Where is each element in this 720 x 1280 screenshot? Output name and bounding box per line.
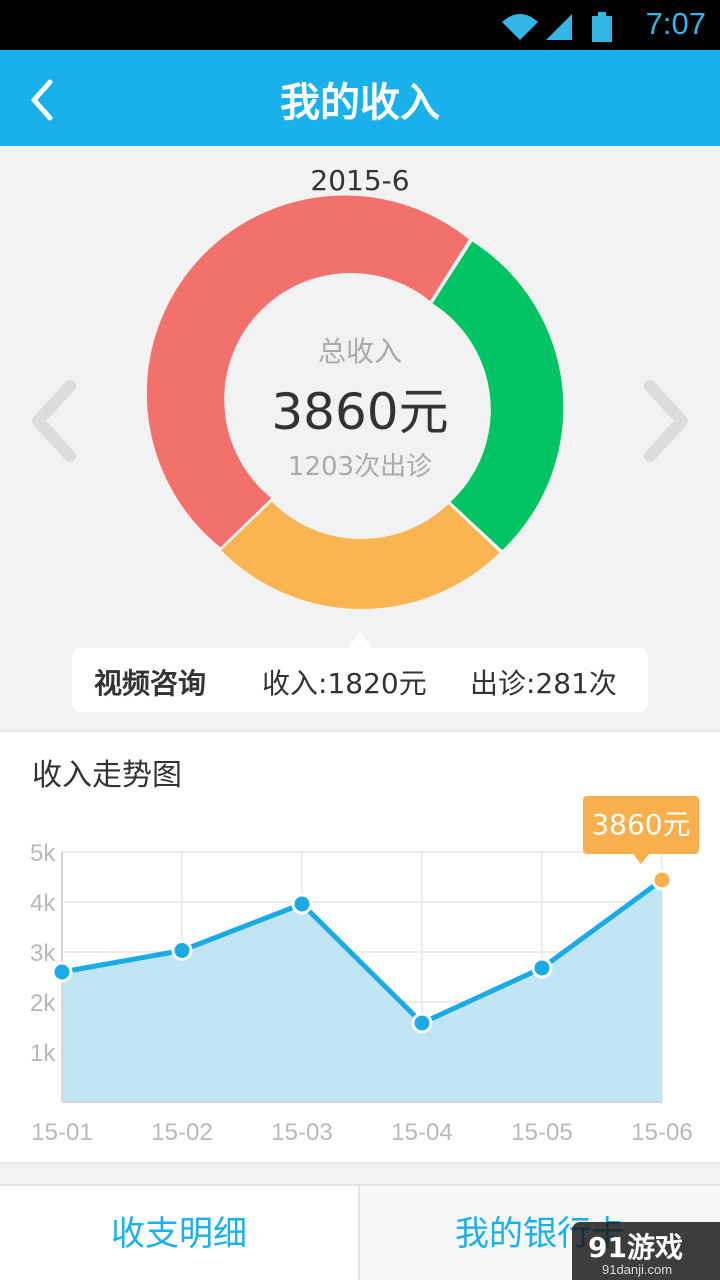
area-fill [62, 880, 662, 1102]
battery-icon [592, 12, 612, 42]
y-tick-label: 1k [30, 1040, 56, 1067]
status-bar: 7:07 [0, 0, 720, 50]
y-tick-label: 2k [30, 990, 56, 1017]
tooltip-value: 3860元 [591, 808, 691, 841]
income-trend-panel: 收入走势图 1k 2k 3k 4k 5k 15-01 15-02 15-03 15-04 15-0… [0, 730, 720, 1164]
status-clock: 7:07 [645, 6, 706, 41]
data-point[interactable] [411, 1012, 433, 1034]
card-pointer [348, 632, 372, 648]
x-tick-label: 15-04 [391, 1119, 452, 1146]
watermark-logo: 91游戏 91danji.com [572, 1222, 720, 1280]
income-summary-panel: 2015-6 总收入 3860元 1203次出诊 视频咨询 收入:1820元 出… [0, 146, 720, 730]
status-icons [502, 12, 612, 42]
chevron-left-icon [32, 380, 76, 462]
category-visits: 出诊:281次 [470, 667, 617, 700]
data-point[interactable] [291, 893, 313, 915]
chevron-right-icon [644, 380, 688, 462]
total-income-label: 总收入 [317, 335, 402, 368]
selected-category-card: 视频咨询 收入:1820元 出诊:281次 [72, 632, 648, 712]
category-income: 收入:1820元 [262, 667, 427, 700]
x-tick-label: 15-05 [511, 1119, 572, 1146]
tab-transactions[interactable]: 收支明细 [0, 1186, 360, 1280]
page-title: 我的收入 [280, 80, 440, 126]
x-tick-label: 15-03 [271, 1119, 332, 1146]
x-tick-label: 15-06 [631, 1119, 692, 1146]
app-bar: 我的收入 [0, 50, 720, 146]
y-tick-label: 3k [30, 940, 56, 967]
category-name: 视频咨询 [94, 667, 207, 700]
data-point[interactable] [531, 957, 553, 979]
data-point[interactable] [51, 961, 73, 983]
highlight-tooltip: 3860元 [583, 796, 699, 864]
y-tick-label: 4k [30, 890, 56, 917]
signal-icon [546, 14, 572, 40]
x-tick-label: 15-02 [151, 1119, 212, 1146]
total-income-value: 3860元 [271, 383, 449, 441]
data-point-highlighted[interactable] [651, 869, 673, 891]
next-month-button[interactable] [636, 376, 696, 466]
y-tick-label: 5k [30, 840, 56, 867]
watermark-sub-text: 91danji.com [602, 1262, 673, 1277]
donut-segment-orange[interactable] [221, 501, 500, 609]
watermark-main-text: 91游戏 [588, 1231, 683, 1264]
total-visits-text: 1203次出诊 [287, 452, 433, 482]
x-tick-label: 15-01 [31, 1119, 92, 1146]
data-point[interactable] [171, 940, 193, 961]
wifi-icon [502, 14, 538, 40]
tooltip-pointer [633, 854, 649, 864]
previous-month-button[interactable] [24, 376, 84, 466]
